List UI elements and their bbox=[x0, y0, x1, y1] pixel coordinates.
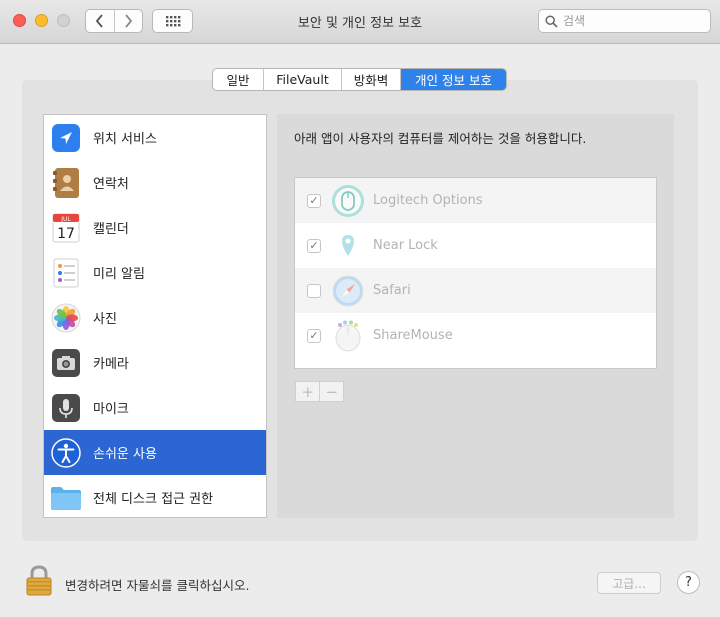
grid-icon bbox=[165, 16, 180, 27]
app-name: Near Lock bbox=[373, 238, 438, 253]
tab-privacy[interactable]: 개인 정보 보호 bbox=[400, 69, 506, 90]
microphone-icon bbox=[50, 392, 82, 424]
lock-hint-text: 변경하려면 자물쇠를 클릭하십시오. bbox=[65, 578, 250, 593]
folder-icon bbox=[50, 482, 82, 514]
search-field[interactable] bbox=[538, 9, 711, 33]
app-row[interactable]: ✓ Logitech Options bbox=[295, 178, 656, 223]
category-contacts[interactable]: 연락처 bbox=[44, 160, 266, 205]
title-bar: 보안 및 개인 정보 보호 bbox=[0, 0, 720, 44]
category-label: 연락처 bbox=[93, 177, 129, 192]
lock-icon[interactable] bbox=[26, 565, 52, 596]
app-name: Logitech Options bbox=[373, 193, 483, 208]
app-checkbox[interactable] bbox=[307, 283, 321, 298]
camera-icon bbox=[50, 347, 82, 379]
near-lock-icon bbox=[331, 229, 365, 263]
search-icon bbox=[545, 14, 558, 28]
category-full-disk-access[interactable]: 전체 디스크 접근 권한 bbox=[44, 475, 266, 517]
tab-general[interactable]: 일반 bbox=[213, 69, 263, 90]
minimize-button[interactable] bbox=[35, 14, 48, 27]
category-calendar[interactable]: JUL 17 캘린더 bbox=[44, 205, 266, 250]
calendar-icon: JUL 17 bbox=[50, 212, 82, 244]
photos-icon bbox=[50, 302, 82, 334]
tab-filevault[interactable]: FileVault bbox=[263, 69, 341, 90]
category-camera[interactable]: 카메라 bbox=[44, 340, 266, 385]
category-reminders[interactable]: 미리 알림 bbox=[44, 250, 266, 295]
help-button[interactable]: ? bbox=[677, 571, 700, 594]
category-photos[interactable]: 사진 bbox=[44, 295, 266, 340]
show-all-button[interactable] bbox=[152, 9, 193, 33]
category-label: 사진 bbox=[93, 312, 117, 327]
reminders-icon bbox=[50, 257, 82, 289]
category-label: 위치 서비스 bbox=[93, 132, 157, 147]
add-app-button[interactable]: + bbox=[296, 382, 319, 401]
forward-button[interactable] bbox=[113, 10, 142, 32]
zoom-button[interactable] bbox=[57, 14, 70, 27]
calendar-month-text: JUL bbox=[60, 216, 71, 223]
category-label: 마이크 bbox=[93, 402, 129, 417]
location-icon bbox=[50, 122, 82, 154]
app-row[interactable]: ✓ Near Lock bbox=[295, 223, 656, 268]
category-label: 미리 알림 bbox=[93, 267, 145, 282]
add-remove-control: + − bbox=[295, 381, 344, 402]
accessibility-icon bbox=[50, 437, 82, 469]
logitech-options-icon bbox=[331, 184, 365, 218]
contacts-icon bbox=[50, 167, 82, 199]
privacy-category-list[interactable]: 위치 서비스 연락처 JUL 17 캘린더 미리 알림 사진 카메라 마이크 손… bbox=[43, 114, 267, 518]
category-accessibility[interactable]: 손쉬운 사용 bbox=[44, 430, 266, 475]
app-row[interactable]: ✓ ShareMouse bbox=[295, 313, 656, 358]
calendar-day-text: 17 bbox=[57, 226, 75, 242]
category-location-services[interactable]: 위치 서비스 bbox=[44, 115, 266, 160]
chevron-left-icon bbox=[96, 14, 104, 28]
app-checkbox[interactable]: ✓ bbox=[307, 328, 321, 343]
chevron-right-icon bbox=[125, 14, 133, 28]
app-checkbox[interactable]: ✓ bbox=[307, 193, 321, 208]
app-list[interactable]: ✓ Logitech Options ✓ Near Lock Safari ✓ … bbox=[294, 177, 657, 369]
app-checkbox[interactable]: ✓ bbox=[307, 238, 321, 253]
tab-firewall[interactable]: 방화벽 bbox=[341, 69, 400, 90]
sharemouse-icon bbox=[331, 319, 365, 353]
app-name: Safari bbox=[373, 283, 411, 298]
category-microphone[interactable]: 마이크 bbox=[44, 385, 266, 430]
remove-app-button[interactable]: − bbox=[319, 382, 343, 401]
back-button[interactable] bbox=[86, 10, 114, 32]
app-name: ShareMouse bbox=[373, 328, 453, 343]
app-row[interactable]: Safari bbox=[295, 268, 656, 313]
advanced-button[interactable]: 고급... bbox=[597, 572, 661, 594]
category-label: 캘린더 bbox=[93, 222, 129, 237]
permission-description: 아래 앱이 사용자의 컴퓨터를 제어하는 것을 허용합니다. bbox=[294, 131, 587, 146]
close-button[interactable] bbox=[13, 14, 26, 27]
tab-bar: 일반 FileVault 방화벽 개인 정보 보호 bbox=[212, 68, 507, 91]
search-input[interactable] bbox=[563, 14, 703, 28]
safari-icon bbox=[331, 274, 365, 308]
category-label: 손쉬운 사용 bbox=[93, 447, 157, 462]
category-label: 카메라 bbox=[93, 357, 129, 372]
category-label: 전체 디스크 접근 권한 bbox=[93, 492, 214, 507]
navigation-buttons bbox=[85, 9, 143, 33]
